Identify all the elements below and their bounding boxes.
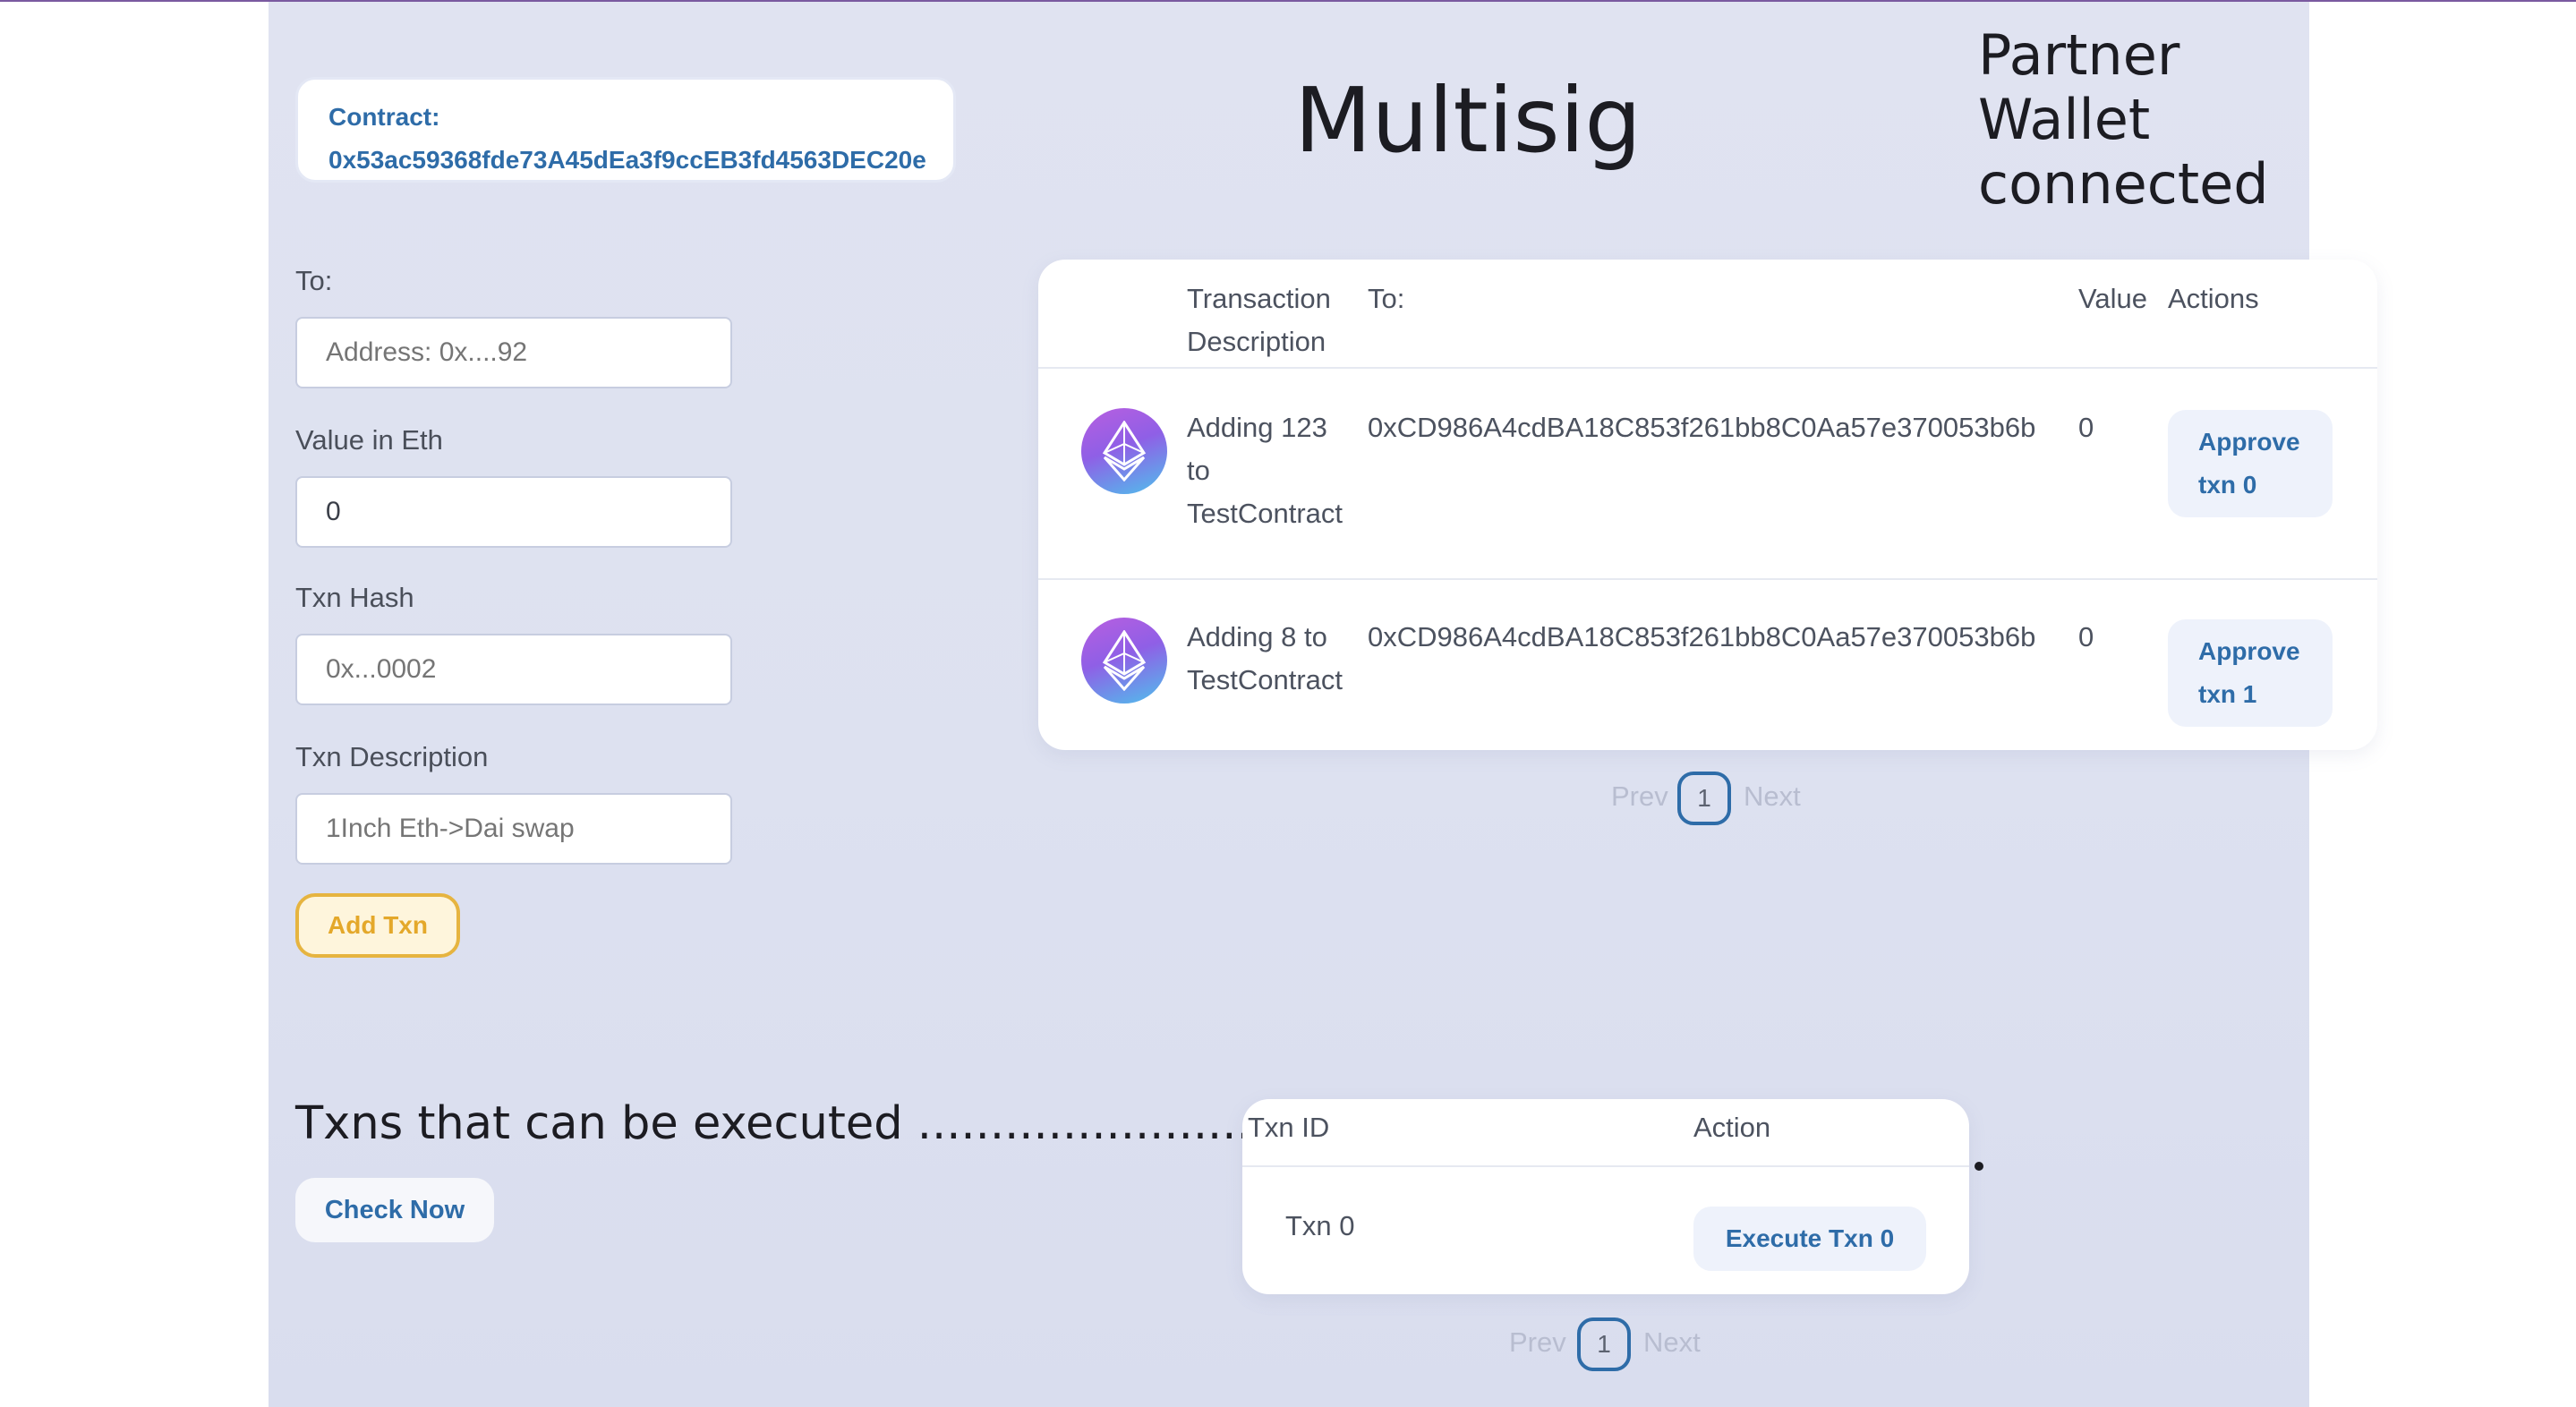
header-divider [1242,1165,1969,1167]
txn-description-input[interactable] [295,793,732,865]
row-to-address: 0xCD986A4cdBA18C853f261bb8C0Aa57e370053b… [1368,412,2036,443]
header-divider [1038,367,2377,369]
exec-row-txn-id: Txn 0 [1285,1210,1355,1241]
next-page-link[interactable]: Next [1744,780,1801,813]
prev-page-link[interactable]: Prev [1509,1326,1566,1359]
wallet-status: Partner Wallet connected [1978,22,2269,217]
row-description: Adding 123 to TestContract [1187,406,1343,535]
decorative-dot [1975,1162,1983,1171]
row-description-line: to [1187,455,1210,486]
page-1-button[interactable]: 1 [1677,772,1731,825]
header-to: To: [1368,283,1405,314]
prev-page-link[interactable]: Prev [1611,780,1668,813]
executable-table: Txn ID Action Txn 0 Execute Txn 0 [1242,1099,1969,1294]
header-txn-id: Txn ID [1248,1112,1330,1143]
page-title: Multisig [1294,68,1642,173]
contract-info-box: Contract: 0x53ac59368fde73A45dEa3f9ccEB3… [295,77,956,183]
row-value: 0 [2078,412,2094,443]
value-label: Value in Eth [295,424,443,456]
approve-button-line2: txn 0 [2198,471,2257,499]
value-input[interactable]: 0 [295,476,732,548]
add-txn-button[interactable]: Add Txn [295,893,460,958]
ethereum-icon [1081,408,1167,494]
to-address-input[interactable] [295,317,732,388]
executable-section-title: Txns that can be executed ..............… [295,1097,1390,1150]
row-description-line: TestContract [1187,664,1343,695]
to-label: To: [295,265,333,296]
transactions-table: Transaction Description To: Value Action… [1038,260,2377,750]
row-to-address: 0xCD986A4cdBA18C853f261bb8C0Aa57e370053b… [1368,621,2036,652]
header-value: Value [2078,283,2147,314]
contract-label: Contract: [328,103,440,131]
contract-address[interactable]: 0x53ac59368fde73A45dEa3f9ccEB3fd4563DEC2… [328,139,926,182]
row-description-line: Adding 8 to [1187,621,1327,652]
header-actions: Actions [2168,283,2259,314]
row-divider [1038,578,2377,580]
approve-button-line1: Approve [2198,428,2300,456]
execute-txn-0-button[interactable]: Execute Txn 0 [1693,1207,1926,1271]
approve-txn-1-button[interactable]: Approve txn 1 [2168,619,2333,727]
approve-button-line2: txn 1 [2198,680,2257,708]
row-value: 0 [2078,621,2094,652]
wallet-status-line1: Partner [1978,22,2180,88]
wallet-status-line2: Wallet [1978,87,2151,152]
txn-hash-input[interactable] [295,634,732,705]
description-label: Txn Description [295,741,489,772]
approve-button-line1: Approve [2198,637,2300,665]
row-description: Adding 8 to TestContract [1187,616,1343,702]
approve-txn-0-button[interactable]: Approve txn 0 [2168,410,2333,517]
header-description: Transaction Description [1187,277,1331,363]
hash-label: Txn Hash [295,582,414,613]
wallet-status-line3: connected [1978,151,2269,217]
row-description-line: TestContract [1187,498,1343,529]
ethereum-icon [1081,618,1167,704]
row-description-line: Adding 123 [1187,412,1327,443]
header-action: Action [1693,1112,1771,1143]
page-1-button[interactable]: 1 [1577,1317,1631,1371]
header-description-line1: Transaction [1187,283,1331,314]
header-description-line2: Description [1187,326,1326,357]
next-page-link[interactable]: Next [1643,1326,1701,1359]
check-now-button[interactable]: Check Now [295,1178,494,1242]
